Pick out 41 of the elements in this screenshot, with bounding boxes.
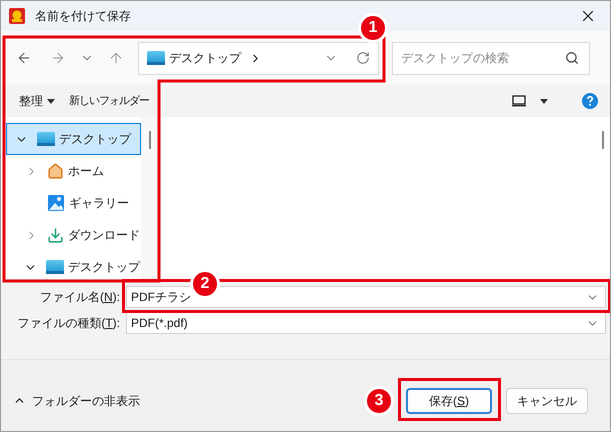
arrow-right-icon — [50, 50, 66, 66]
dialog-button[interactable]: キャンセル — [506, 388, 588, 414]
combo-value: PDFチラシ — [131, 289, 192, 306]
address-bar[interactable]: デスクトップ — [138, 42, 379, 74]
new-folder-button[interactable]: 新しいフォルダー — [69, 92, 149, 110]
search-icon — [565, 51, 579, 65]
search-input[interactable]: デスクトップの検索 — [401, 49, 565, 67]
tree-item-label: ダウンロード — [68, 227, 140, 244]
app-icon — [9, 8, 25, 24]
field-label: ファイル名(N): — [38, 289, 121, 306]
desktop-icon — [46, 260, 64, 274]
tree-item[interactable]: ホーム — [6, 155, 141, 187]
field-label: ファイルの種類(T): — [16, 315, 121, 332]
hide-folders-button[interactable]: フォルダーの非表示 — [13, 392, 140, 410]
download-icon — [47, 226, 64, 244]
tree-item-label: ホーム — [68, 163, 104, 180]
scrollbar-thumb[interactable] — [602, 131, 604, 149]
tree-item[interactable]: デスクトップ — [6, 123, 141, 155]
caret-icon — [47, 98, 55, 104]
gallery-icon — [47, 194, 65, 212]
tree-item-label: デスクトップ — [59, 131, 131, 148]
address-location: デスクトップ — [169, 50, 241, 67]
combo-value: PDF(*.pdf) — [131, 315, 189, 332]
scrollbar-thumb[interactable] — [148, 131, 150, 149]
tree-item[interactable]: ギャラリー — [6, 187, 141, 219]
desktop-icon — [37, 132, 55, 146]
window-title: 名前を付けて保存 — [35, 8, 131, 25]
view-icon — [512, 95, 526, 107]
house-icon — [47, 162, 64, 180]
refresh-icon — [356, 51, 370, 65]
organize-menu-button[interactable]: 整理 — [19, 92, 55, 110]
search-field[interactable]: デスクトップの検索 — [392, 42, 590, 74]
tree-item-label: ギャラリー — [69, 195, 129, 212]
dialog-button[interactable]: 保存(S) — [406, 388, 492, 414]
tree-item[interactable]: ダウンロード — [6, 219, 141, 251]
desktop-icon — [147, 51, 165, 65]
tree-item[interactable]: デスクトップ — [6, 251, 141, 283]
combo-box[interactable]: PDF(*.pdf) — [126, 312, 606, 334]
tree-item-label: デスクトップ — [68, 259, 140, 276]
caret-icon[interactable] — [540, 98, 548, 104]
help-icon[interactable] — [582, 93, 598, 109]
